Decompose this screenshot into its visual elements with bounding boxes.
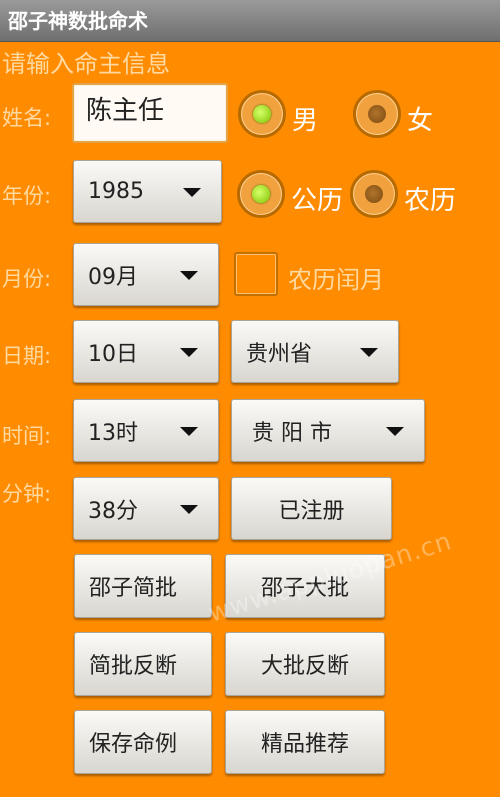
save-case-label: 保存命例: [89, 732, 178, 757]
lunar-calendar-label[interactable]: 农历: [404, 180, 456, 217]
app-title: 邵子神数批命术: [8, 9, 148, 33]
month-label: 月份:: [2, 267, 52, 291]
province-spinner[interactable]: 贵州省: [231, 320, 399, 383]
registered-button[interactable]: 已注册: [231, 477, 392, 540]
full-reverse-button[interactable]: 大批反断: [225, 632, 385, 696]
year-value: 1985: [88, 179, 144, 204]
city-value: 贵 阳 市: [252, 420, 332, 446]
solar-calendar-radio[interactable]: [237, 170, 285, 218]
month-spinner[interactable]: 09月: [73, 243, 219, 306]
day-spinner[interactable]: 10日: [73, 320, 219, 383]
male-radio[interactable]: [238, 90, 286, 138]
name-label: 姓名:: [2, 106, 52, 130]
city-spinner[interactable]: 贵 阳 市: [231, 399, 425, 462]
shao-brief-button[interactable]: 邵子简批: [74, 554, 212, 618]
radio-unselected-dot: [368, 105, 386, 123]
day-value: 10日: [88, 341, 138, 367]
dropdown-arrow-icon: [360, 347, 378, 357]
year-label: 年份:: [2, 184, 52, 208]
female-radio[interactable]: [353, 90, 401, 138]
dropdown-arrow-icon: [183, 187, 201, 197]
brief-reverse-label: 简批反断: [89, 654, 178, 679]
leap-month-label[interactable]: 农历闰月: [288, 260, 384, 295]
form-hint: 请输入命主信息: [2, 50, 170, 78]
dropdown-arrow-icon: [180, 504, 198, 514]
time-label: 时间:: [2, 424, 52, 448]
registered-button-label: 已注册: [278, 498, 345, 524]
month-value: 09月: [88, 264, 138, 290]
hour-spinner[interactable]: 13时: [73, 399, 219, 462]
hour-value: 13时: [88, 420, 138, 446]
year-spinner[interactable]: 1985: [73, 160, 222, 223]
female-radio-label[interactable]: 女: [407, 100, 433, 137]
leap-month-checkbox[interactable]: [234, 252, 278, 296]
recommend-label: 精品推荐: [260, 732, 349, 757]
radio-selected-dot: [253, 105, 271, 123]
recommend-button[interactable]: 精品推荐: [225, 710, 385, 774]
name-input[interactable]: 陈主任: [72, 83, 228, 143]
shao-brief-label: 邵子简批: [89, 576, 178, 601]
dropdown-arrow-icon: [180, 347, 198, 357]
dropdown-arrow-icon: [180, 426, 198, 436]
dropdown-arrow-icon: [180, 270, 198, 280]
save-case-button[interactable]: 保存命例: [74, 710, 212, 774]
day-label: 日期:: [2, 344, 52, 368]
brief-reverse-button[interactable]: 简批反断: [74, 632, 212, 696]
dropdown-arrow-icon: [386, 426, 404, 436]
province-value: 贵州省: [246, 341, 313, 367]
radio-selected-dot: [252, 185, 270, 203]
radio-unselected-dot: [365, 185, 383, 203]
app-title-bar: 邵子神数批命术: [0, 0, 500, 42]
lunar-calendar-radio[interactable]: [350, 170, 398, 218]
full-reverse-label: 大批反断: [260, 654, 349, 679]
solar-calendar-label[interactable]: 公历: [291, 180, 343, 217]
minute-spinner[interactable]: 38分: [73, 477, 219, 540]
male-radio-label[interactable]: 男: [292, 100, 318, 137]
minute-label: 分钟:: [2, 482, 52, 506]
minute-value: 38分: [88, 498, 138, 524]
